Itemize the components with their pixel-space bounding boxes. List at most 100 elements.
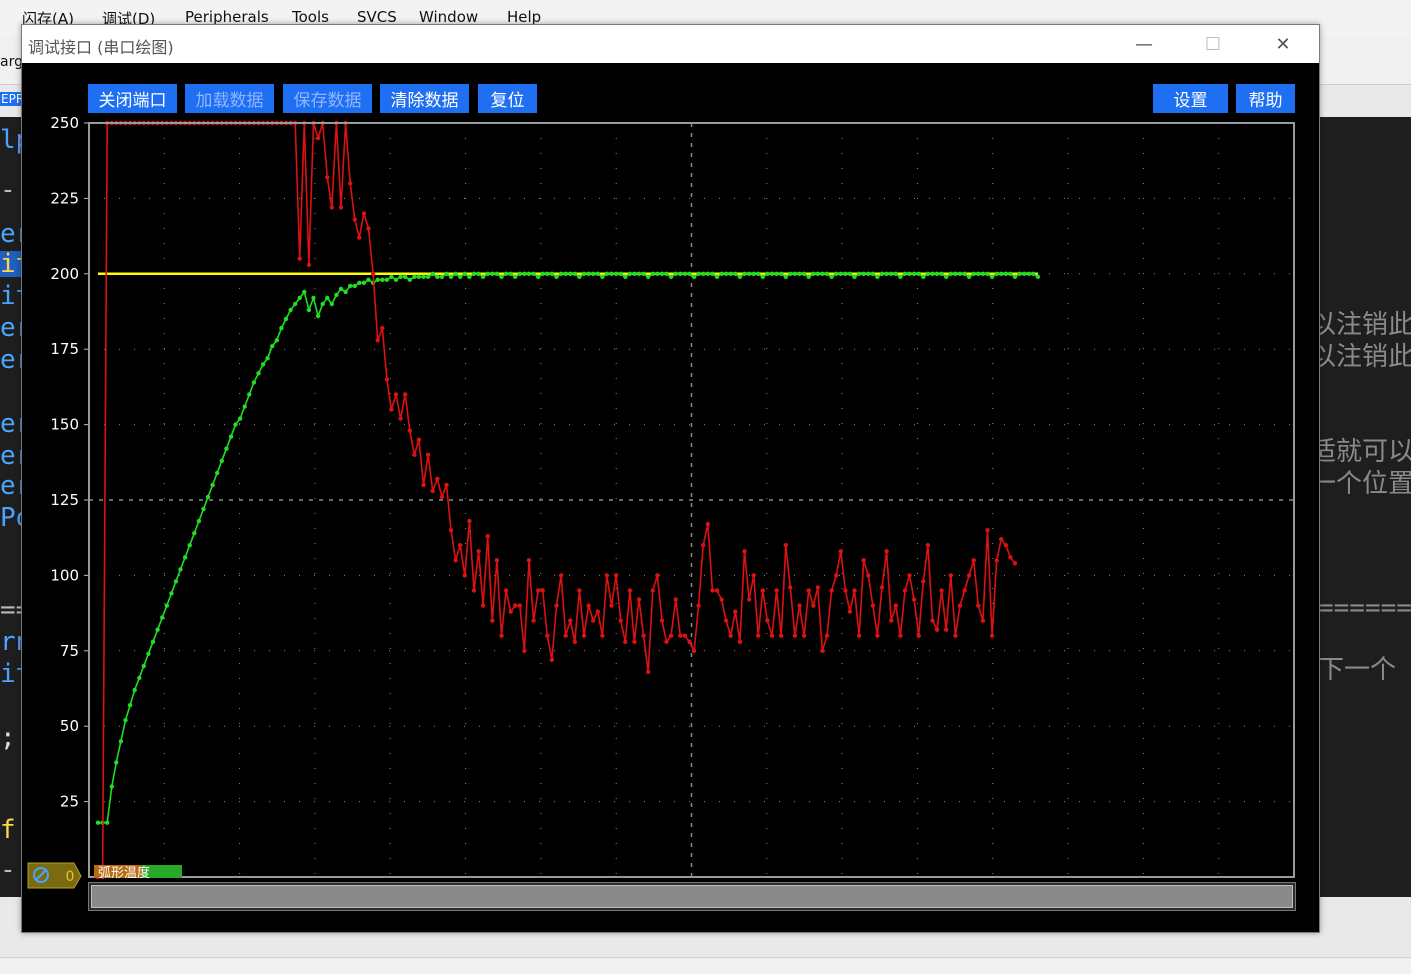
data-point bbox=[834, 271, 839, 276]
data-point bbox=[779, 271, 784, 276]
data-point bbox=[471, 588, 477, 593]
data-point bbox=[705, 521, 710, 527]
data-point bbox=[746, 597, 752, 602]
data-point bbox=[343, 289, 348, 295]
horizontal-scrollbar[interactable] bbox=[88, 882, 1296, 911]
data-point bbox=[719, 597, 724, 602]
plot-area[interactable]: 25 50 75 100 125 150 175 200 225 250 0 弧形温度 bbox=[22, 25, 1319, 932]
legend-marker[interactable]: 0 bbox=[27, 862, 82, 889]
data-point bbox=[792, 633, 798, 638]
series-layer bbox=[95, 120, 1041, 880]
data-point bbox=[870, 271, 876, 276]
ide-editor-left: lp - er it it er er er er er Po == rn it… bbox=[0, 117, 22, 897]
data-point bbox=[297, 256, 302, 261]
data-point bbox=[733, 609, 738, 614]
data-point bbox=[403, 392, 408, 397]
data-point bbox=[879, 271, 885, 276]
data-point bbox=[187, 543, 192, 548]
code-fragment: - bbox=[0, 855, 16, 885]
data-point bbox=[123, 718, 128, 723]
data-point bbox=[595, 271, 600, 276]
data-point bbox=[494, 271, 500, 276]
data-point bbox=[430, 271, 435, 276]
data-point bbox=[389, 407, 394, 412]
data-point bbox=[233, 422, 238, 427]
data-point bbox=[889, 618, 894, 623]
data-point bbox=[224, 446, 229, 451]
data-point bbox=[370, 271, 376, 276]
data-point bbox=[838, 271, 843, 276]
data-point bbox=[962, 588, 967, 593]
data-point bbox=[435, 476, 440, 482]
data-point bbox=[517, 603, 522, 608]
data-point bbox=[659, 271, 665, 276]
data-point bbox=[655, 573, 660, 578]
ide-statusbar bbox=[0, 957, 1411, 974]
data-point bbox=[325, 175, 330, 180]
data-point bbox=[421, 482, 426, 488]
data-point bbox=[636, 597, 642, 602]
y-tick-label: 225 bbox=[50, 189, 79, 207]
data-point bbox=[375, 277, 380, 282]
data-point bbox=[237, 416, 243, 421]
data-point bbox=[907, 271, 912, 276]
data-point bbox=[999, 271, 1004, 276]
data-point bbox=[902, 271, 908, 276]
data-point bbox=[425, 274, 431, 279]
data-point bbox=[953, 633, 958, 638]
data-point bbox=[407, 428, 412, 433]
comment-fragment: 适就可以 bbox=[1318, 437, 1411, 467]
data-point bbox=[893, 271, 898, 276]
data-point bbox=[733, 271, 738, 276]
data-point bbox=[247, 392, 252, 397]
data-point bbox=[1008, 555, 1013, 560]
data-point bbox=[985, 271, 990, 276]
data-point bbox=[1035, 274, 1041, 279]
data-point bbox=[600, 633, 605, 638]
data-point bbox=[540, 271, 545, 276]
data-point bbox=[513, 603, 518, 608]
data-point bbox=[678, 633, 683, 638]
data-point bbox=[719, 271, 724, 276]
data-point bbox=[169, 591, 174, 596]
data-point bbox=[618, 618, 623, 623]
data-point bbox=[847, 609, 853, 614]
data-point bbox=[911, 597, 917, 602]
data-point bbox=[701, 271, 706, 276]
data-point bbox=[710, 271, 715, 276]
data-point bbox=[467, 274, 472, 279]
comment-fragment: 以注销此 bbox=[1318, 310, 1411, 340]
data-point bbox=[499, 274, 504, 279]
data-point bbox=[256, 371, 261, 376]
data-point bbox=[664, 271, 669, 276]
data-point bbox=[403, 274, 408, 279]
data-point bbox=[581, 633, 587, 638]
data-point bbox=[948, 573, 953, 578]
data-point bbox=[623, 639, 628, 644]
data-point bbox=[957, 271, 963, 276]
data-point bbox=[769, 271, 775, 276]
data-point bbox=[439, 274, 445, 279]
data-point bbox=[737, 274, 743, 279]
data-point bbox=[485, 271, 490, 276]
data-point bbox=[444, 271, 449, 276]
y-tick-label: 125 bbox=[50, 491, 79, 509]
data-point bbox=[760, 588, 765, 593]
data-point bbox=[728, 633, 733, 638]
data-point bbox=[820, 271, 825, 276]
data-point bbox=[682, 633, 688, 638]
data-point bbox=[508, 609, 513, 614]
data-point bbox=[522, 271, 527, 276]
data-point bbox=[875, 274, 880, 279]
data-point bbox=[412, 274, 417, 279]
data-point bbox=[439, 494, 445, 500]
data-point bbox=[994, 558, 999, 563]
data-point bbox=[636, 271, 642, 276]
code-fragment: it bbox=[0, 659, 22, 689]
data-point bbox=[444, 482, 449, 488]
data-point bbox=[994, 271, 999, 276]
data-point bbox=[581, 271, 587, 276]
data-point bbox=[632, 639, 637, 644]
scrollbar-thumb[interactable] bbox=[91, 885, 1293, 908]
data-point bbox=[723, 618, 729, 623]
